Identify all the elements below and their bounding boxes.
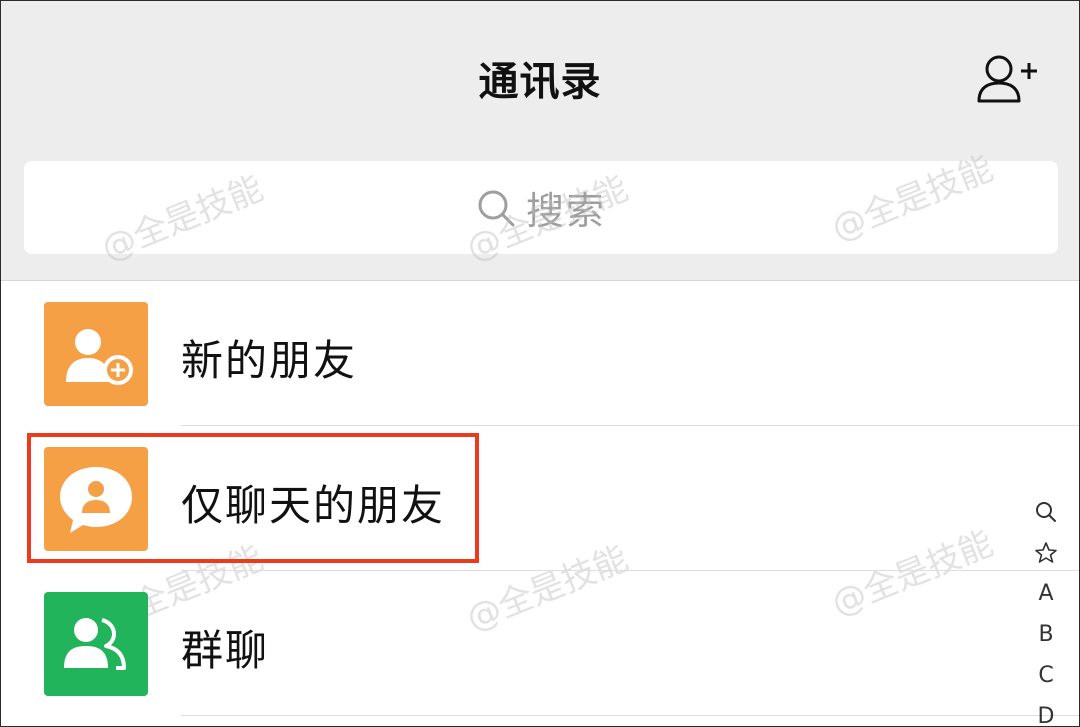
new-friend-icon <box>44 302 148 406</box>
highlight-box <box>27 433 479 563</box>
index-letter[interactable]: A <box>1038 573 1053 614</box>
list-item-label: 新的朋友 <box>181 336 358 385</box>
index-letter[interactable]: D <box>1038 696 1055 726</box>
add-contact-button[interactable] <box>975 51 1039 107</box>
index-letter[interactable]: C <box>1038 655 1053 696</box>
index-star-icon[interactable] <box>1034 532 1058 573</box>
search-icon <box>478 190 515 226</box>
alphabet-index-bar[interactable]: A B C D <box>1031 491 1061 726</box>
index-letter[interactable]: B <box>1038 614 1053 655</box>
divider <box>181 715 1079 716</box>
contacts-header: 通讯录 搜索 <box>1 1 1079 281</box>
list-item-new-friends[interactable]: 新的朋友 <box>1 281 1079 425</box>
search-label: 搜索 <box>525 189 606 233</box>
page-title: 通讯录 <box>478 59 602 105</box>
list-item-group-chat[interactable]: 群聊 <box>1 571 1079 715</box>
group-chat-icon <box>44 592 148 696</box>
add-contact-icon <box>977 55 1037 103</box>
list-item-label: 群聊 <box>181 626 270 675</box>
search-bar[interactable]: 搜索 <box>24 161 1058 254</box>
index-search-icon[interactable] <box>1035 491 1057 532</box>
contacts-screen: 通讯录 搜索 @全是技能 @全是技能 @全是技能 @全是技能 @全是技能 @全是… <box>0 0 1080 727</box>
